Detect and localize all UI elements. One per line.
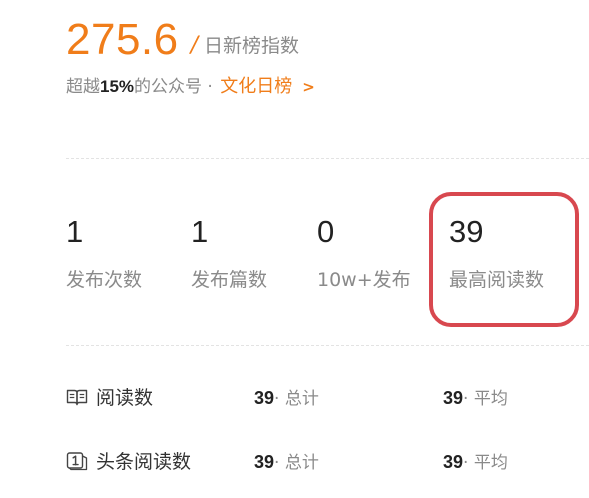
divider <box>66 158 589 159</box>
score-separator: / <box>190 33 199 58</box>
stat-value: 1 <box>66 214 84 249</box>
metric-average-unit: · 平均 <box>463 389 508 409</box>
stat-publish-times: 1 发布次数 <box>66 214 142 294</box>
stat-label: 发布次数 <box>66 269 143 291</box>
index-score-label: 日新榜指数 <box>204 35 300 57</box>
metric-total-value: 39 <box>254 452 275 472</box>
metric-label: 头条阅读数 <box>96 451 192 473</box>
metric-average: 39· 平均 <box>443 383 508 414</box>
stat-label: 10w+发布 <box>317 269 411 291</box>
headline-1-icon <box>66 452 88 471</box>
stat-10w-publish: 0 10w+发布 <box>317 214 411 294</box>
highlight-annotation <box>429 192 579 327</box>
metric-total-value: 39 <box>254 388 275 408</box>
metric-average-value: 39 <box>443 452 464 472</box>
stat-publish-articles: 1 发布篇数 <box>191 214 267 294</box>
chevron-right-icon[interactable]: > <box>302 73 315 101</box>
divider <box>66 345 589 346</box>
metric-total: 39· 总计 <box>254 447 319 478</box>
category-rank-link[interactable]: 文化日榜 <box>220 73 292 101</box>
metric-row-headline-reads: 头条阅读数 39· 总计 39· 平均 <box>66 447 589 477</box>
account-stats-panel: 275.6 / 日新榜指数 超越 15% 的公众号 · 文化日榜 > 1 发布次… <box>0 0 589 498</box>
metric-label: 阅读数 <box>96 387 154 409</box>
metric-total-unit: · 总计 <box>274 453 319 473</box>
metric-row-reads: 阅读数 39· 总计 39· 平均 <box>66 383 589 413</box>
index-score-value: 275.6 <box>66 15 179 64</box>
rank-percent: 15% <box>100 77 135 96</box>
metric-total-unit: · 总计 <box>274 389 319 409</box>
stat-label: 发布篇数 <box>191 269 268 291</box>
metric-total: 39· 总计 <box>254 383 319 414</box>
stat-value: 1 <box>191 214 209 249</box>
rank-prefix: 超越 <box>66 77 100 97</box>
metric-average-value: 39 <box>443 388 464 408</box>
metric-average: 39· 平均 <box>443 447 508 478</box>
rank-summary: 超越 15% 的公众号 · 文化日榜 > <box>66 73 315 101</box>
book-icon <box>66 389 88 406</box>
metric-average-unit: · 平均 <box>463 453 508 473</box>
stat-value: 0 <box>317 214 335 249</box>
rank-suffix: 的公众号 · <box>134 77 219 97</box>
index-score: 275.6 / 日新榜指数 <box>66 10 299 66</box>
